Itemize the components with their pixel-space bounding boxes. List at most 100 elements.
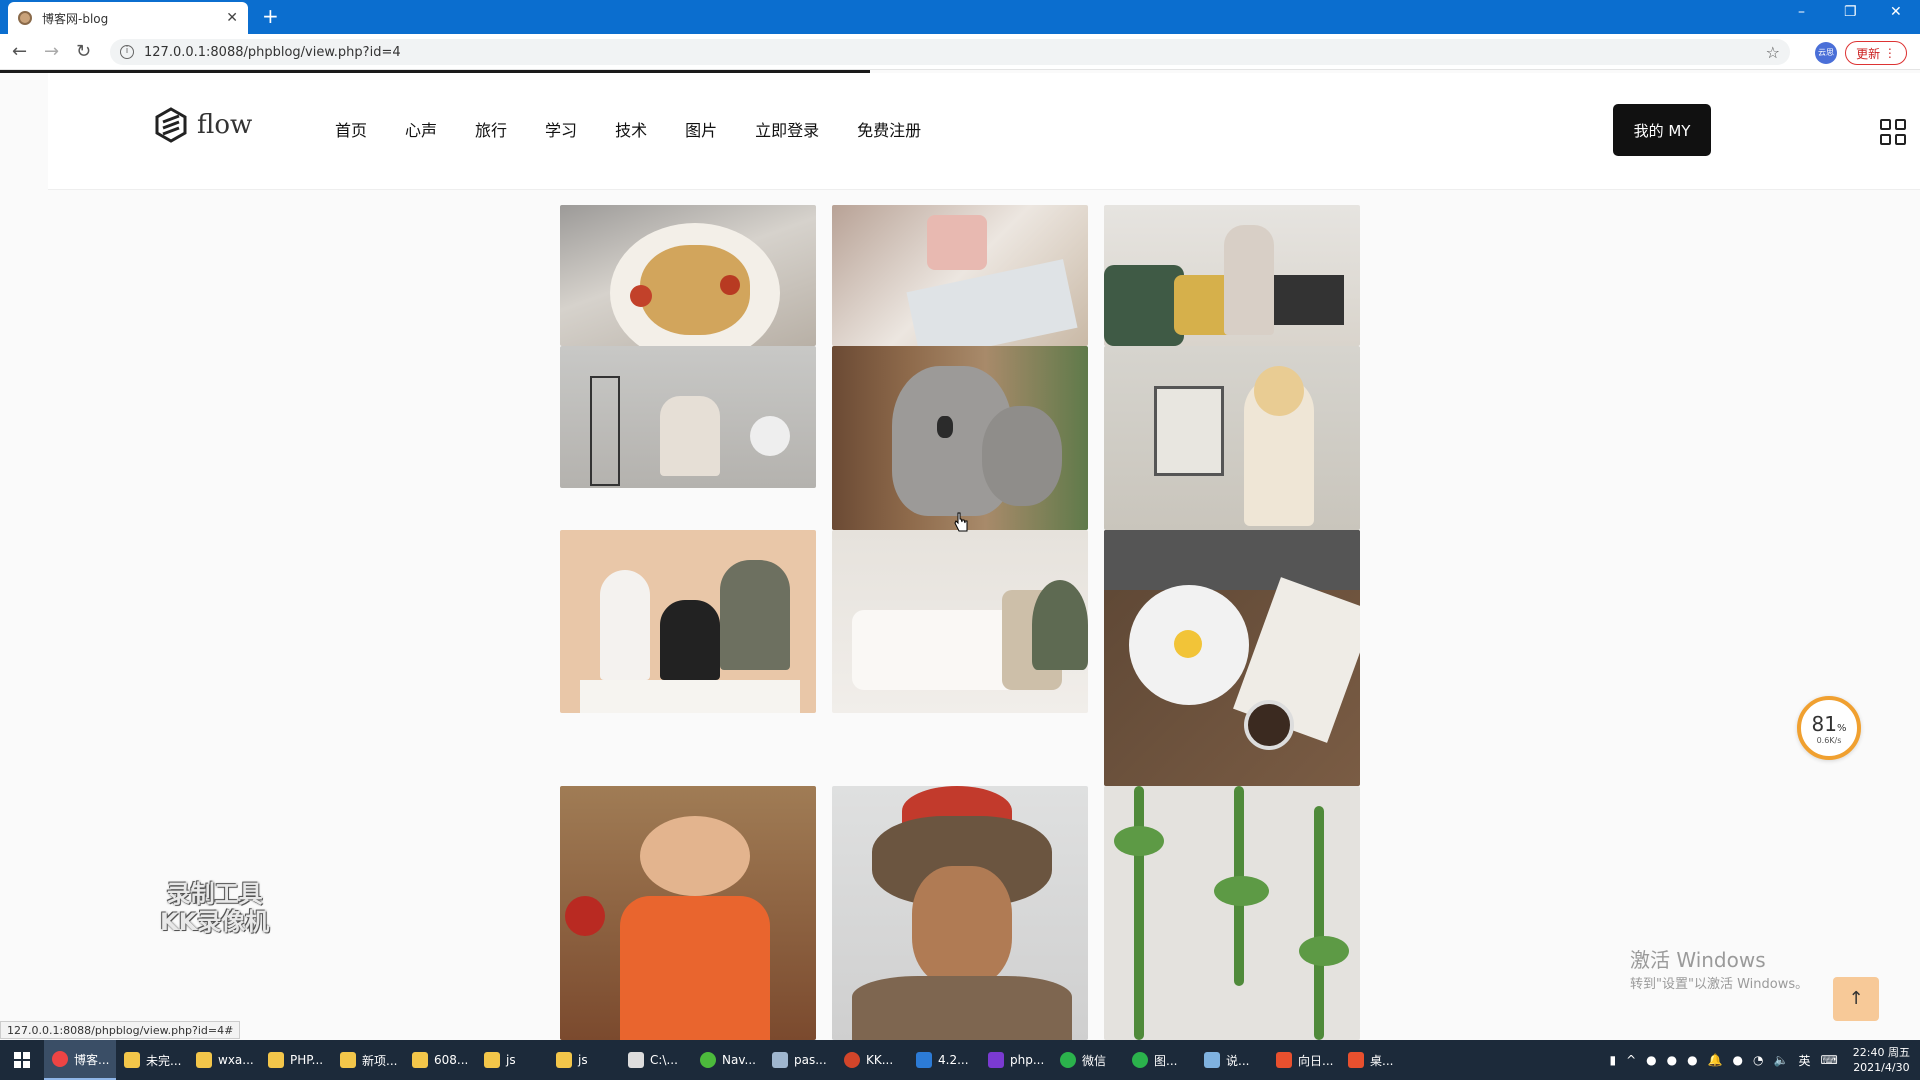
system-clock[interactable]: 22:40 周五 2021/4/30 xyxy=(1853,1045,1910,1075)
minimize-icon[interactable]: – xyxy=(1798,4,1805,20)
chevron-up-icon[interactable]: ^ xyxy=(1626,1053,1636,1067)
taskbar-app-desktop[interactable]: 桌... xyxy=(1340,1040,1412,1080)
taskbar-app-wechat[interactable]: 微信 xyxy=(1052,1040,1124,1080)
tray-app-icon[interactable]: ● xyxy=(1687,1053,1697,1067)
taskbar-app-folder-2[interactable]: wxa... xyxy=(188,1040,260,1080)
restore-icon[interactable]: ❐ xyxy=(1844,4,1857,20)
taskbar-app-kk[interactable]: KK... xyxy=(836,1040,908,1080)
gallery-photo-living-room[interactable] xyxy=(832,530,1088,713)
nav-register[interactable]: 免费注册 xyxy=(857,117,921,141)
taskbar-app-vscode[interactable]: 4.2... xyxy=(908,1040,980,1080)
close-tab-icon[interactable]: ✕ xyxy=(226,10,238,26)
wechat-icon xyxy=(1060,1052,1076,1068)
taskbar-app-folder-1[interactable]: 未完... xyxy=(116,1040,188,1080)
status-bar-url: 127.0.0.1:8088/phpblog/view.php?id=4# xyxy=(0,1021,241,1039)
taskbar-app-folder-3[interactable]: PHP... xyxy=(260,1040,332,1080)
address-url[interactable]: 127.0.0.1:8088/phpblog/view.php?id=4 xyxy=(144,45,1766,60)
network-speed-gauge[interactable]: 81% 0.6K/s xyxy=(1797,696,1861,760)
gallery-photo-breakfast[interactable] xyxy=(1104,530,1360,786)
nav-tech[interactable]: 技术 xyxy=(615,117,647,141)
folder-icon xyxy=(268,1052,284,1068)
gallery-photo-coffee-magazine[interactable] xyxy=(832,205,1088,346)
remote-desktop-icon xyxy=(1348,1052,1364,1068)
taskbar-app-password[interactable]: pas... xyxy=(764,1040,836,1080)
site-header: flow 首页 心声 旅行 学习 技术 图片 立即登录 免费注册 我的 MY xyxy=(48,73,1920,190)
taskbar-app-phpstorm[interactable]: php... xyxy=(980,1040,1052,1080)
gallery-photo-woman-laptop[interactable] xyxy=(1104,205,1360,346)
terminal-icon xyxy=(628,1052,644,1068)
start-button[interactable] xyxy=(0,1040,44,1080)
taskbar-app-notes[interactable]: 说... xyxy=(1196,1040,1268,1080)
gauge-unit: % xyxy=(1836,722,1847,734)
taskbar-label: 向日... xyxy=(1298,1053,1334,1068)
new-tab-icon[interactable]: + xyxy=(262,6,279,26)
back-icon[interactable]: ← xyxy=(12,41,27,62)
watermark-line1: 录制工具 xyxy=(166,880,263,908)
taskbar-label: 608... xyxy=(434,1053,469,1067)
browser-tab[interactable]: 博客网-blog ✕ xyxy=(8,2,248,34)
gallery-photo-koalas[interactable] xyxy=(832,346,1088,530)
site-info-icon[interactable]: i xyxy=(120,45,134,59)
forward-icon[interactable]: → xyxy=(44,41,59,62)
gallery-photo-team-laptop[interactable] xyxy=(560,530,816,713)
logo-text: flow xyxy=(197,110,253,140)
nav-photos[interactable]: 图片 xyxy=(685,117,717,141)
address-bar[interactable]: i 127.0.0.1:8088/phpblog/view.php?id=4 ☆ xyxy=(110,39,1790,65)
wechat-tray-icon[interactable]: ● xyxy=(1733,1053,1743,1067)
taskbar-app-chrome[interactable]: 博客... xyxy=(44,1040,116,1080)
update-label: 更新 xyxy=(1856,46,1881,61)
bookmark-star-icon[interactable]: ☆ xyxy=(1766,43,1780,62)
taskbar-app-folder-7[interactable]: js xyxy=(548,1040,620,1080)
gallery-photo-woman-painting[interactable] xyxy=(1104,346,1360,530)
browser-tabstrip: 博客网-blog ✕ + – ❐ ✕ xyxy=(0,0,1920,34)
taskbar-app-folder-5[interactable]: 608... xyxy=(404,1040,476,1080)
phpstorm-icon xyxy=(988,1052,1004,1068)
nav-travel[interactable]: 旅行 xyxy=(475,117,507,141)
nav-study[interactable]: 学习 xyxy=(545,117,577,141)
watermark-line2: KK录像机 xyxy=(160,908,270,936)
gallery-photo-spaghetti[interactable] xyxy=(560,205,816,346)
close-window-icon[interactable]: ✕ xyxy=(1890,4,1902,20)
windows-logo-icon xyxy=(14,1052,30,1068)
my-account-button[interactable]: 我的 MY xyxy=(1613,104,1711,156)
flow-logo-icon xyxy=(155,107,187,143)
tab-title: 博客网-blog xyxy=(42,11,109,26)
taskbar-app-wechat-image[interactable]: 图... xyxy=(1124,1040,1196,1080)
gallery-photo-man-fur-hat[interactable] xyxy=(832,786,1088,1040)
ime-indicator[interactable]: 英 xyxy=(1798,1052,1810,1069)
network-icon[interactable]: ◔ xyxy=(1753,1053,1763,1067)
back-to-top-button[interactable]: ↑ xyxy=(1833,977,1879,1021)
profile-avatar[interactable]: 云思 xyxy=(1815,42,1837,64)
taskbar-app-folder-4[interactable]: 新项... xyxy=(332,1040,404,1080)
taskbar-app-terminal[interactable]: C:\... xyxy=(620,1040,692,1080)
keyboard-icon[interactable]: ⌨ xyxy=(1820,1053,1837,1067)
gallery-photo-ivy-wall[interactable] xyxy=(1104,786,1360,1040)
update-button[interactable]: 更新 ⋮ xyxy=(1845,41,1907,65)
hand-cursor-icon xyxy=(954,512,968,532)
tray-app-icon[interactable]: ● xyxy=(1667,1053,1677,1067)
nav-home[interactable]: 首页 xyxy=(335,117,367,141)
folder-icon xyxy=(196,1052,212,1068)
taskbar-label: 微信 xyxy=(1082,1053,1107,1068)
gallery-photo-woman-orange[interactable] xyxy=(560,786,816,1040)
notepad-icon xyxy=(1204,1052,1220,1068)
reload-icon[interactable]: ↻ xyxy=(76,41,91,62)
notification-bell-icon[interactable]: 🔔 xyxy=(1708,1053,1723,1067)
activation-subtitle: 转到"设置"以激活 Windows。 xyxy=(1630,977,1809,992)
kk-recorder-icon xyxy=(844,1052,860,1068)
volume-icon[interactable]: 🔈 xyxy=(1774,1053,1789,1067)
folder-icon xyxy=(340,1052,356,1068)
site-logo[interactable]: flow xyxy=(153,107,252,143)
clock-date: 2021/4/30 xyxy=(1853,1061,1910,1074)
nav-voice[interactable]: 心声 xyxy=(405,117,437,141)
battery-icon[interactable]: ▮ xyxy=(1609,1053,1616,1067)
taskbar-app-sunlogin[interactable]: 向日... xyxy=(1268,1040,1340,1080)
vscode-icon xyxy=(916,1052,932,1068)
nav-login[interactable]: 立即登录 xyxy=(755,117,819,141)
taskbar-app-navicat[interactable]: Nav... xyxy=(692,1040,764,1080)
taskbar-app-folder-6[interactable]: js xyxy=(476,1040,548,1080)
tray-app-icon[interactable]: ● xyxy=(1646,1053,1656,1067)
apps-grid-icon[interactable] xyxy=(1880,119,1906,145)
gallery-photo-man-reading[interactable] xyxy=(560,346,816,488)
windows-taskbar: 博客... 未完... wxa... PHP... 新项... 608... j… xyxy=(0,1040,1920,1080)
